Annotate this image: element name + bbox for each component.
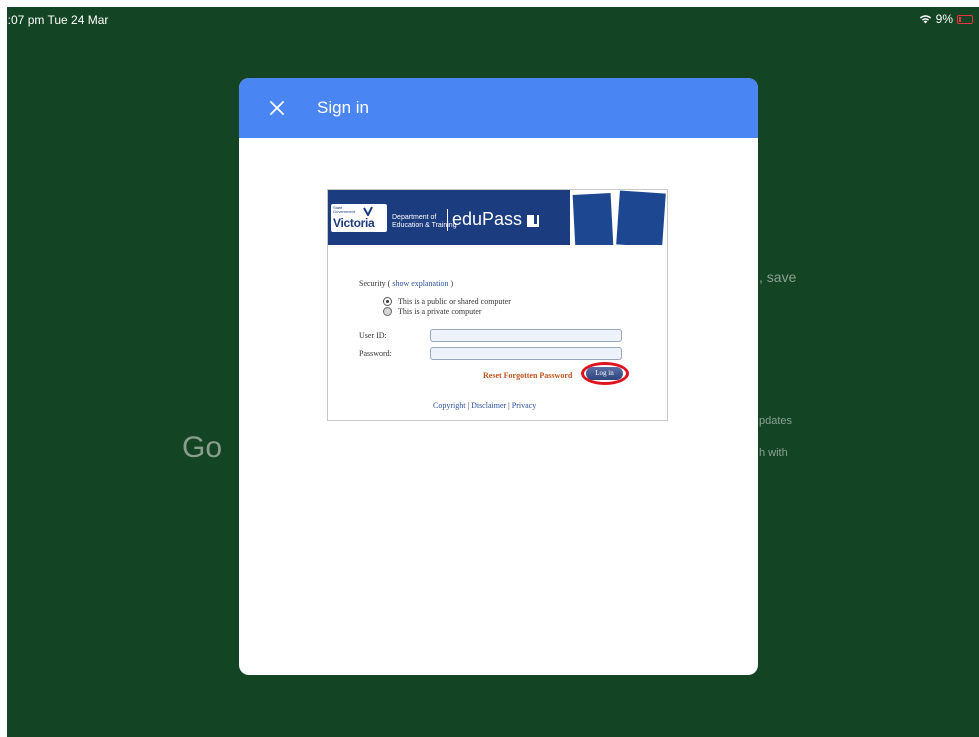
gov-word: Victoria bbox=[333, 216, 375, 230]
userid-label: User ID: bbox=[359, 331, 387, 340]
sign-in-modal: Sign in State Government Victoria Depart… bbox=[239, 78, 758, 675]
banner-square-2 bbox=[616, 190, 666, 245]
disclaimer-link[interactable]: Disclaimer bbox=[471, 401, 506, 410]
radio-public-label: This is a public or shared computer bbox=[398, 297, 511, 306]
radio-public-computer[interactable] bbox=[383, 297, 392, 306]
close-button[interactable] bbox=[264, 95, 290, 121]
show-explanation-link[interactable]: show explanation bbox=[392, 279, 448, 288]
privacy-link[interactable]: Privacy bbox=[512, 401, 536, 410]
battery-icon bbox=[957, 14, 973, 24]
radio-private-computer[interactable] bbox=[383, 307, 392, 316]
security-prefix: Security ( bbox=[359, 279, 393, 288]
background-with-text: h with bbox=[759, 447, 788, 459]
footer-links: Copyright | Disclaimer | Privacy bbox=[433, 401, 536, 410]
copyright-link[interactable]: Copyright bbox=[433, 401, 465, 410]
banner-square-1 bbox=[572, 193, 614, 245]
edupass-banner: State Government Victoria Department of … bbox=[328, 190, 667, 245]
screen-backdrop: 1:07 pm Tue 24 Mar 9% Go , save pdates h… bbox=[7, 7, 979, 737]
vic-tick-icon bbox=[363, 206, 373, 216]
status-time: 1:07 pm Tue 24 Mar bbox=[7, 13, 109, 27]
modal-title: Sign in bbox=[317, 98, 369, 117]
banner-divider bbox=[447, 209, 448, 231]
edupass-login-frame: State Government Victoria Department of … bbox=[327, 189, 668, 421]
login-button[interactable]: Log in bbox=[586, 367, 623, 380]
victoria-government-logo: State Government Victoria bbox=[331, 204, 387, 232]
close-icon bbox=[270, 101, 284, 115]
background-google-text: Go bbox=[182, 431, 223, 464]
reset-password-link[interactable]: Reset Forgotten Password bbox=[483, 371, 572, 380]
gov-small-text: State Government bbox=[333, 205, 356, 214]
wifi-icon bbox=[919, 15, 931, 24]
security-label: Security ( show explanation ) bbox=[359, 279, 453, 288]
status-indicators: 9% bbox=[919, 12, 973, 26]
background-updates-text: pdates bbox=[759, 415, 793, 427]
edupass-mark-icon bbox=[527, 215, 539, 227]
battery-percent: 9% bbox=[935, 12, 953, 26]
security-suffix: ) bbox=[448, 279, 454, 288]
userid-input[interactable] bbox=[430, 329, 622, 342]
modal-header: Sign in bbox=[239, 78, 758, 138]
edupass-brand: eduPass bbox=[452, 209, 523, 229]
password-input[interactable] bbox=[430, 347, 622, 360]
radio-private-label: This is a private computer bbox=[398, 307, 482, 316]
background-save-text: , save bbox=[759, 269, 797, 285]
password-label: Password: bbox=[359, 349, 392, 358]
status-bar: 1:07 pm Tue 24 Mar 9% bbox=[7, 7, 979, 31]
